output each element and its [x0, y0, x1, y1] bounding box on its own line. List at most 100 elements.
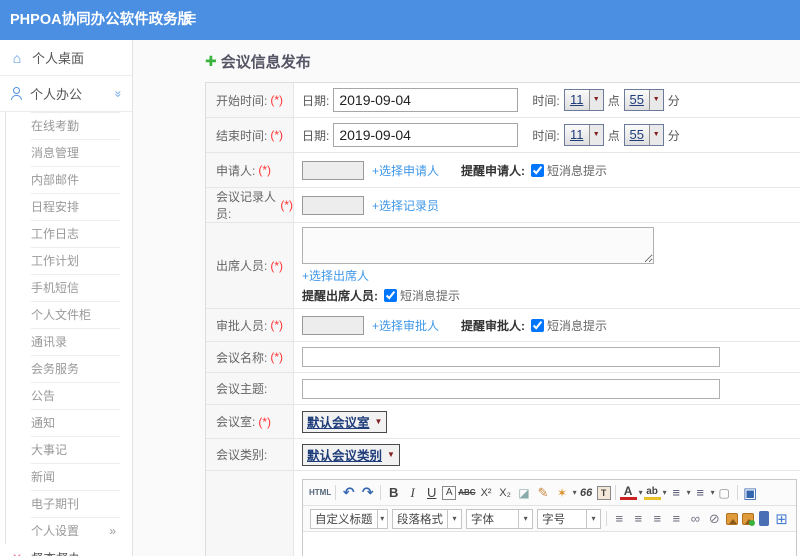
sidebar-submenu: 在线考勤 消息管理 内部邮件 日程安排 工作日志 工作计划 手机短信 个人文件柜… — [5, 112, 132, 544]
caret-down-icon[interactable]: ▾ — [639, 488, 643, 497]
required-mark: (*) — [270, 128, 284, 142]
end-date-input[interactable] — [333, 123, 519, 147]
html-source-button[interactable]: HTML — [309, 483, 331, 503]
caret-down-icon[interactable]: ▾ — [573, 488, 577, 497]
caret-down-icon: ▾ — [518, 509, 532, 528]
insert-link-icon[interactable]: ∞ — [687, 509, 704, 529]
paragraph-format-dropdown[interactable]: 段落格式 ▾ — [392, 508, 462, 529]
insert-image-icon[interactable] — [725, 512, 739, 525]
caret-down-icon[interactable]: ▾ — [711, 488, 715, 497]
upload-image-icon[interactable] — [742, 512, 756, 526]
new-page-icon[interactable]: ▢ — [716, 483, 733, 503]
meeting-room-select[interactable]: 默认会议室 ▼ — [302, 410, 388, 433]
approver-sms-checkbox[interactable] — [531, 318, 545, 332]
row-attendees: 出席人员: (*) +选择出席人 提醒出席人员: 短消息提示 — [206, 223, 800, 309]
home-icon: ⌂ — [12, 49, 22, 66]
redo-icon[interactable]: ↷ — [359, 483, 376, 503]
sidebar-item-news[interactable]: 新闻 — [6, 463, 132, 490]
highlight-color-icon[interactable]: ab — [643, 485, 661, 500]
bold-icon[interactable]: B — [385, 483, 402, 503]
caret-down-icon: ▼ — [374, 417, 383, 426]
sidebar-item-personal-files[interactable]: 个人文件柜 — [6, 301, 132, 328]
insert-table-icon[interactable]: ⊞ — [773, 509, 790, 529]
undo-icon[interactable]: ↶ — [340, 483, 357, 503]
select-recorder-link[interactable]: +选择记录员 — [372, 197, 439, 214]
caret-down-icon: ▼ — [648, 90, 663, 110]
start-minute-select[interactable]: 55 ▼ — [623, 89, 664, 111]
applicant-input[interactable] — [302, 160, 364, 180]
start-date-input[interactable] — [333, 88, 519, 112]
supervise-icon: ✕ — [10, 551, 24, 556]
attendees-textarea[interactable] — [302, 227, 654, 264]
recorder-input[interactable] — [302, 195, 364, 215]
start-hour-select[interactable]: 11 ▼ — [563, 89, 604, 111]
blockquote-icon[interactable]: 66 — [578, 483, 595, 503]
sidebar-item-attendance[interactable]: 在线考勤 — [6, 112, 132, 139]
clean-format-icon[interactable]: ✎ — [535, 483, 552, 503]
italic-icon[interactable]: I — [404, 483, 421, 503]
eraser-icon[interactable]: ◪ — [516, 483, 533, 503]
row-approver: 审批人员: (*) +选择审批人 提醒审批人: 短消息提示 — [206, 309, 800, 342]
sidebar-item-internal-mail[interactable]: 内部邮件 — [6, 166, 132, 193]
subscript-icon[interactable]: X₂ — [497, 483, 514, 503]
fullscreen-icon[interactable]: ▣ — [742, 483, 759, 503]
select-applicant-link[interactable]: +选择申请人 — [372, 162, 439, 179]
font-color-icon[interactable]: A — [619, 485, 637, 500]
strikethrough-icon[interactable]: ABC — [458, 483, 475, 503]
unordered-list-icon[interactable]: ≡ — [692, 483, 709, 503]
approver-input[interactable] — [302, 315, 364, 335]
sidebar-item-work-log[interactable]: 工作日志 — [6, 220, 132, 247]
font-size-dropdown[interactable]: 字号 ▾ — [537, 508, 602, 529]
sidebar-item-sms[interactable]: 手机短信 — [6, 274, 132, 301]
sidebar-item-announcements[interactable]: 公告 — [6, 382, 132, 409]
align-left-icon[interactable]: ≡ — [611, 509, 628, 529]
end-hour-select[interactable]: 11 ▼ — [563, 124, 604, 146]
caret-down-icon: ▾ — [376, 509, 388, 528]
sidebar-item-meeting-services[interactable]: 会务服务 — [6, 355, 132, 382]
sidebar-item-major-events[interactable]: 大事记 — [6, 436, 132, 463]
end-minute-select[interactable]: 55 ▼ — [623, 124, 664, 146]
editor-content-area[interactable] — [303, 532, 796, 556]
required-mark: (*) — [258, 163, 272, 177]
sidebar-item-messages[interactable]: 消息管理 — [6, 139, 132, 166]
sidebar-item-personal-office[interactable]: 个人办公 » — [0, 76, 132, 112]
sidebar-item-schedule[interactable]: 日程安排 — [6, 193, 132, 220]
caret-down-icon[interactable]: ▾ — [663, 488, 667, 497]
hamburger-menu-icon[interactable]: ≡ — [185, 0, 197, 40]
remove-link-icon[interactable]: ⊘ — [706, 509, 723, 529]
underline-icon[interactable]: U — [423, 483, 440, 503]
required-mark: (*) — [270, 93, 284, 107]
sidebar-item-contacts[interactable]: 通讯录 — [6, 328, 132, 355]
paste-text-icon[interactable]: T — [596, 485, 611, 500]
ordered-list-icon[interactable]: ≡ — [668, 483, 685, 503]
meeting-topic-input[interactable] — [302, 378, 720, 399]
meeting-form: 开始时间:(*) 日期: 时间: 11 ▼ 点 55 ▼ 分 结束时间:(* — [205, 82, 800, 556]
sidebar-item-personal-settings[interactable]: 个人设置 » — [6, 517, 132, 544]
font-border-icon[interactable]: A — [442, 485, 457, 500]
applicant-sms-checkbox[interactable] — [531, 163, 545, 177]
justify-icon[interactable]: ≡ — [668, 509, 685, 529]
sidebar-item-notices[interactable]: 通知 — [6, 409, 132, 436]
insert-media-icon[interactable] — [759, 511, 770, 526]
meeting-name-input[interactable] — [302, 347, 720, 367]
attendees-sms-checkbox[interactable] — [384, 289, 397, 302]
sidebar-item-personal-desktop[interactable]: ⌂ 个人桌面 — [0, 40, 132, 76]
chevron-down-icon: » — [111, 90, 126, 97]
sidebar-item-supervision[interactable]: ✕ 督查督办 » — [0, 544, 132, 556]
select-approver-link[interactable]: +选择审批人 — [372, 317, 439, 334]
caret-down-icon: ▼ — [648, 125, 663, 145]
select-attendees-link[interactable]: +选择出席人 — [302, 267, 369, 284]
superscript-icon[interactable]: X² — [478, 483, 495, 503]
align-right-icon[interactable]: ≡ — [649, 509, 666, 529]
font-family-dropdown[interactable]: 字体 ▾ — [466, 508, 534, 529]
caret-down-icon[interactable]: ▾ — [687, 488, 691, 497]
add-icon: ✚ — [205, 53, 217, 69]
format-painter-icon[interactable]: ✶ — [554, 483, 571, 503]
required-mark: (*) — [270, 318, 284, 332]
sidebar-item-work-plan[interactable]: 工作计划 — [6, 247, 132, 274]
align-center-icon[interactable]: ≡ — [630, 509, 647, 529]
custom-title-dropdown[interactable]: 自定义标题 ▾ — [310, 508, 388, 529]
row-meeting-category: 会议类别: 默认会议类别 ▼ — [206, 439, 800, 471]
sidebar-item-e-journal[interactable]: 电子期刊 — [6, 490, 132, 517]
meeting-category-select[interactable]: 默认会议类别 ▼ — [302, 443, 400, 466]
